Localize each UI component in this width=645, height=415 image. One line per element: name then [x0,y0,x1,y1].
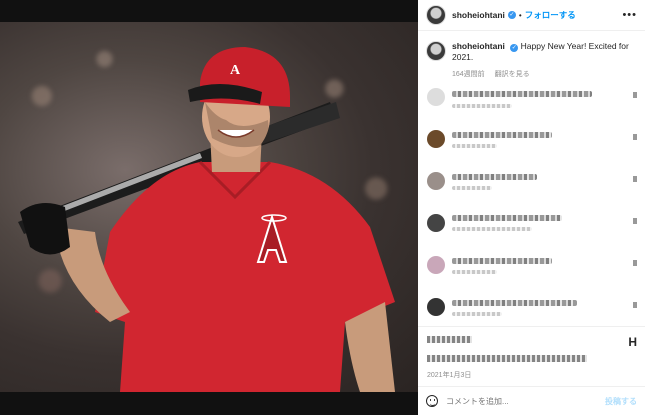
blurred-comment-text [452,132,552,138]
comment-list [418,82,645,334]
post-comment-button[interactable]: 投稿する [605,396,637,407]
author-username[interactable]: shoheiohtani [452,10,505,20]
like-comment-icon[interactable] [633,176,637,182]
like-comment-icon[interactable] [633,134,637,140]
comment-item [418,82,645,124]
blurred-comment-text [452,300,577,306]
post-photo[interactable]: A [0,22,418,392]
blurred-likes [427,355,587,362]
comment-avatar[interactable] [427,130,445,148]
follow-button[interactable]: フォローする [525,9,576,21]
bookmark-icon[interactable]: H [628,335,637,349]
blurred-comment-text [452,258,552,264]
post-caption: shoheiohtani ✓ Happy New Year! Excited f… [418,31,645,63]
verified-badge-icon: ✓ [507,11,516,19]
more-options-icon[interactable]: ••• [622,9,637,21]
blurred-action-icons[interactable] [427,336,472,343]
blurred-comment-meta [452,186,492,190]
blurred-comment-meta [452,227,532,231]
comment-input[interactable] [446,396,586,406]
caption-text-block: shoheiohtani ✓ Happy New Year! Excited f… [452,41,637,63]
blurred-comment-text [452,174,537,180]
blurred-comment-text [452,91,592,97]
player-illustration: A [18,47,395,392]
post-sidebar: shoheiohtani ✓ • フォローする ••• shoheiohtani… [418,0,645,415]
comment-item [418,250,645,292]
author-avatar[interactable] [426,5,446,25]
caption-meta: 164週間前 翻訳を見る [452,69,645,79]
post-date: 2021年1月3日 [427,372,472,379]
comment-avatar[interactable] [427,256,445,274]
comment-avatar[interactable] [427,298,445,316]
emoji-icon[interactable] [426,395,438,407]
comment-avatar[interactable] [427,172,445,190]
like-comment-icon[interactable] [633,218,637,224]
like-comment-icon[interactable] [633,260,637,266]
comment-item [418,124,645,166]
svg-text:A: A [230,63,241,78]
post-media[interactable]: A [0,0,418,415]
like-comment-icon[interactable] [633,92,637,98]
comment-item [418,166,645,208]
like-comment-icon[interactable] [633,302,637,308]
comment-avatar[interactable] [427,214,445,232]
blurred-comment-meta [452,312,502,316]
verified-badge-icon: ✓ [510,44,519,52]
comment-avatar[interactable] [427,88,445,106]
comment-item [418,208,645,250]
caption-avatar[interactable] [426,41,446,61]
header-separator: • [518,10,522,20]
post-actions: H 2021年1月3日 [418,326,645,386]
comment-composer: 投稿する [418,386,645,415]
post-header: shoheiohtani ✓ • フォローする ••• [418,0,645,31]
caption-time: 164週間前 [452,71,485,78]
translate-link[interactable]: 翻訳を見る [495,71,530,78]
caption-username[interactable]: shoheiohtani [452,41,505,51]
blurred-comment-meta [452,104,512,108]
blurred-comment-text [452,215,562,221]
blurred-comment-meta [452,144,497,148]
blurred-comment-meta [452,270,497,274]
